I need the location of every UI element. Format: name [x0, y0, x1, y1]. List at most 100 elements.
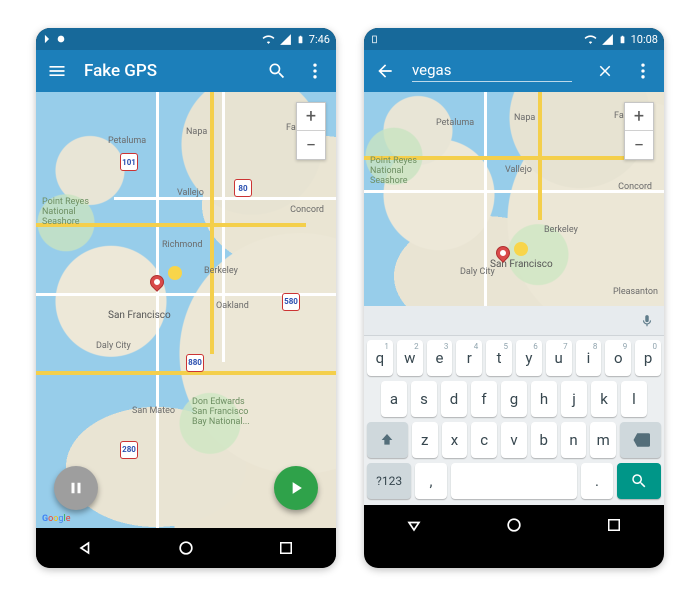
highway-shield: 101: [120, 153, 138, 171]
key-c[interactable]: c: [471, 422, 497, 458]
map-label-main: San Francisco: [490, 259, 553, 270]
nav-back-down-button[interactable]: [394, 505, 434, 545]
key-x[interactable]: x: [442, 422, 468, 458]
map-label: Daly City: [96, 341, 131, 351]
shift-key[interactable]: [367, 422, 408, 458]
zoom-out-button[interactable]: −: [297, 131, 325, 159]
wifi-icon: [262, 33, 275, 46]
keyboard-suggest-bar: [364, 306, 664, 336]
play-fab[interactable]: [274, 466, 318, 510]
key-a[interactable]: a: [381, 381, 407, 417]
map-label: Concord: [290, 205, 324, 215]
key-o[interactable]: o9: [605, 340, 631, 376]
status-bar: 10:08: [364, 28, 664, 50]
map-label: Richmond: [162, 240, 202, 250]
clear-icon[interactable]: [594, 60, 616, 82]
nav-bar: [36, 528, 336, 568]
key-p[interactable]: p0: [635, 340, 661, 376]
key-row-2: asdfghjkl: [367, 381, 661, 417]
period-key[interactable]: .: [581, 463, 613, 499]
key-r[interactable]: r4: [456, 340, 482, 376]
status-bar: 7:46: [36, 28, 336, 50]
back-arrow-icon[interactable]: [374, 60, 396, 82]
zoom-in-button[interactable]: +: [625, 103, 653, 131]
map-label-park: Point Reyes National Seashore: [42, 197, 89, 227]
key-b[interactable]: b: [531, 422, 557, 458]
pause-fab[interactable]: [54, 466, 98, 510]
key-k[interactable]: k: [591, 381, 617, 417]
key-n[interactable]: n: [561, 422, 587, 458]
battery-icon: [618, 33, 627, 46]
key-u[interactable]: u7: [546, 340, 572, 376]
space-key[interactable]: [451, 463, 577, 499]
key-d[interactable]: d: [441, 381, 467, 417]
nav-home-button[interactable]: [166, 528, 206, 568]
soft-keyboard: q1w2e3r4t5y6u7i8o9p0 asdfghjkl zxcvbnm ?…: [364, 336, 664, 505]
nav-recents-button[interactable]: [594, 505, 634, 545]
map-label: San Mateo: [132, 406, 175, 416]
battery-icon: [296, 33, 305, 46]
key-v[interactable]: v: [501, 422, 527, 458]
map-label: Berkeley: [544, 225, 578, 235]
nav-back-button[interactable]: [66, 528, 106, 568]
search-icon[interactable]: [266, 60, 288, 82]
highway-shield: 80: [234, 179, 252, 197]
key-m[interactable]: m: [590, 422, 616, 458]
map-label: Petaluma: [436, 118, 474, 128]
nav-home-button[interactable]: [494, 505, 534, 545]
comma-key[interactable]: ,: [415, 463, 447, 499]
map-label: Berkeley: [204, 266, 238, 276]
key-row-3: zxcvbnm: [367, 422, 661, 458]
hamburger-icon[interactable]: [46, 60, 68, 82]
map-label: Oakland: [216, 301, 249, 311]
key-y[interactable]: y6: [516, 340, 542, 376]
overflow-icon[interactable]: [304, 60, 326, 82]
key-i[interactable]: i8: [576, 340, 602, 376]
highway-shield: 580: [282, 293, 300, 311]
mic-icon[interactable]: [640, 314, 654, 328]
key-z[interactable]: z: [412, 422, 438, 458]
highway-shield: 280: [120, 441, 138, 459]
map-label: Pleasanton: [613, 287, 658, 297]
key-j[interactable]: j: [561, 381, 587, 417]
map-label-park: Point Reyes National Seashore: [370, 156, 417, 186]
wifi-icon: [584, 33, 597, 46]
key-h[interactable]: h: [531, 381, 557, 417]
map[interactable]: Petaluma Napa Fairfield Vallejo Concord …: [36, 92, 336, 528]
map-label-park: Don Edwards San Francisco Bay National..…: [192, 397, 250, 427]
backspace-key[interactable]: [620, 422, 661, 458]
keyboard-search-key[interactable]: [617, 463, 661, 499]
map-label: Petaluma: [108, 136, 146, 146]
key-row-4: ?123 , .: [367, 463, 661, 499]
signal-icon: [279, 33, 292, 46]
overflow-icon[interactable]: [632, 60, 654, 82]
search-input[interactable]: vegas: [412, 61, 572, 82]
signal-icon: [601, 33, 614, 46]
nav-recents-button[interactable]: [266, 528, 306, 568]
key-q[interactable]: q1: [367, 340, 393, 376]
phone-search-view: 10:08 vegas Petaluma Napa Fairfield Vall…: [364, 28, 664, 568]
key-t[interactable]: t5: [486, 340, 512, 376]
key-row-1: q1w2e3r4t5y6u7i8o9p0: [367, 340, 661, 376]
map[interactable]: Petaluma Napa Fairfield Vallejo Concord …: [364, 92, 664, 306]
battery-outline-icon: [370, 33, 379, 45]
status-time: 7:46: [309, 33, 330, 46]
zoom-control: + −: [296, 102, 326, 160]
key-w[interactable]: w2: [397, 340, 423, 376]
map-label: Vallejo: [177, 188, 204, 198]
map-label: Vallejo: [505, 165, 532, 175]
key-f[interactable]: f: [471, 381, 497, 417]
key-e[interactable]: e3: [427, 340, 453, 376]
map-label: Napa: [514, 113, 535, 123]
key-l[interactable]: l: [621, 381, 647, 417]
map-label: Napa: [186, 127, 207, 137]
highway-shield: 880: [186, 354, 204, 372]
key-g[interactable]: g: [501, 381, 527, 417]
map-label: Concord: [618, 182, 652, 192]
zoom-out-button[interactable]: −: [625, 131, 653, 159]
map-attribution: Google: [42, 514, 70, 524]
key-s[interactable]: s: [411, 381, 437, 417]
phone-main-view: 7:46 Fake GPS Petaluma Napa Fairfield Va…: [36, 28, 336, 568]
zoom-in-button[interactable]: +: [297, 103, 325, 131]
symbols-key[interactable]: ?123: [367, 463, 411, 499]
